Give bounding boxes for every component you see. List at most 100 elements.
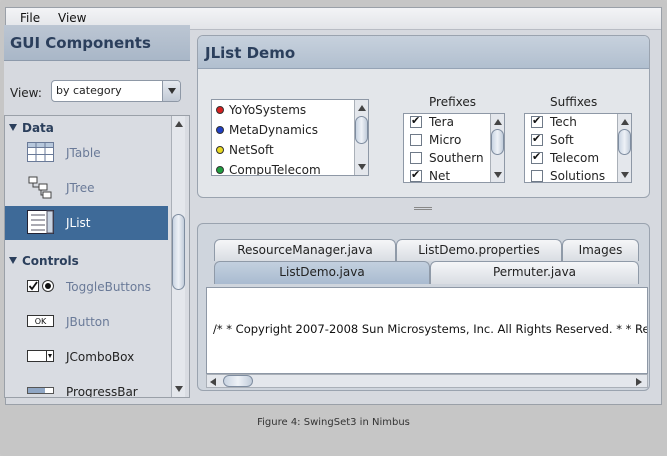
scroll-up-button[interactable] (491, 115, 504, 128)
checkbox-icon[interactable] (410, 152, 422, 164)
group-data[interactable]: Data (9, 121, 54, 135)
tab-images[interactable]: Images (562, 239, 639, 261)
scroll-up-button[interactable] (355, 101, 368, 114)
checkbox-icon[interactable] (410, 168, 422, 182)
suffix-checkbox[interactable]: Tech (531, 114, 577, 133)
checkbox-label: Telecom (550, 151, 600, 165)
checkbox-label: Micro (429, 133, 462, 147)
tree-scrollbar[interactable] (171, 116, 185, 397)
tree-item-togglebuttons[interactable]: ToggleButtons (5, 270, 168, 304)
scroll-thumb[interactable] (355, 116, 368, 144)
checkbox-icon[interactable] (531, 114, 543, 128)
checkbox-label: Solutions (550, 169, 606, 183)
component-tree: Data JTable JTree JList Controls ToggleB… (4, 115, 190, 398)
scroll-up-button[interactable] (172, 117, 185, 130)
group-controls[interactable]: Controls (9, 254, 79, 268)
checkbox-icon[interactable] (531, 132, 543, 146)
drag-grip-icon[interactable] (414, 207, 432, 210)
combobox-icon (27, 350, 54, 362)
group-controls-label: Controls (22, 254, 79, 268)
menu-view[interactable]: View (58, 11, 86, 25)
arrow-right-icon[interactable] (636, 378, 642, 386)
list-item-label: CompuTelecom (229, 163, 321, 176)
button-icon: OK (27, 315, 54, 327)
list-item-label: MetaDynamics (229, 123, 318, 137)
prefix-checkbox[interactable]: Southern (410, 151, 484, 169)
arrow-down-icon (175, 386, 183, 392)
scroll-up-button[interactable] (618, 115, 631, 128)
prefixes-title: Prefixes (429, 95, 477, 109)
tree-item-jbutton[interactable]: OK JButton (5, 305, 168, 339)
tree-item-jlist[interactable]: JList (5, 206, 168, 240)
checkbox-icon[interactable] (531, 170, 543, 182)
checkbox-icon[interactable] (531, 150, 543, 164)
list-item[interactable]: MetaDynamics (216, 123, 318, 143)
tree-item-label: ProgressBar (66, 385, 138, 398)
tree-item-label: JTree (66, 181, 95, 195)
suffix-checkbox[interactable]: Soft (531, 132, 574, 151)
arrow-up-icon (494, 119, 502, 125)
list-item[interactable]: NetSoft (216, 143, 274, 163)
suffix-checkbox[interactable]: Telecom (531, 150, 600, 169)
list-item-label: NetSoft (229, 143, 274, 157)
tab-permuter-java[interactable]: Permuter.java (430, 261, 639, 284)
scroll-thumb[interactable] (172, 214, 185, 290)
yellow-dot-icon (216, 146, 224, 154)
suffixes-list[interactable]: Tech Soft Telecom Solutions (524, 113, 632, 183)
prefix-checkbox[interactable]: Tera (410, 114, 454, 133)
code-horizontal-scrollbar[interactable] (206, 374, 648, 388)
jlist-demo-panel: JList Demo YoYoSystems MetaDynamics NetS… (197, 35, 650, 198)
scroll-down-button[interactable] (618, 168, 631, 181)
scroll-down-button[interactable] (172, 382, 185, 395)
scroll-down-button[interactable] (491, 168, 504, 181)
tree-item-jtree[interactable]: JTree (5, 171, 168, 205)
tree-item-progressbar[interactable]: ProgressBar (5, 375, 168, 398)
demo-title: JList Demo (205, 44, 296, 62)
scroll-thumb[interactable] (223, 375, 253, 387)
tree-item-jcombobox[interactable]: JComboBox (5, 340, 168, 374)
arrow-down-icon (494, 172, 502, 178)
code-line: /* * Copyright 2007-2008 Sun Microsystem… (213, 322, 648, 336)
checkbox-label: Soft (550, 133, 574, 147)
prefix-checkbox[interactable]: Net (410, 168, 451, 183)
suffix-checkbox[interactable]: Solutions (531, 169, 606, 183)
suffixes-scrollbar[interactable] (617, 114, 631, 182)
expand-triangle-icon[interactable] (9, 124, 17, 131)
scroll-thumb[interactable] (491, 129, 504, 155)
expand-triangle-icon[interactable] (9, 257, 17, 264)
code-viewer[interactable]: /* * Copyright 2007-2008 Sun Microsystem… (206, 287, 648, 374)
checkbox-label: Net (429, 169, 451, 183)
menu-file[interactable]: File (20, 11, 40, 25)
checkbox-label: Southern (429, 151, 484, 165)
group-data-label: Data (22, 121, 54, 135)
checkbox-icon[interactable] (410, 114, 422, 128)
checkbox-label: Tera (429, 115, 454, 129)
sidebar: GUI Components View: by category Data JT… (4, 25, 190, 398)
scroll-down-button[interactable] (355, 160, 368, 173)
scroll-thumb[interactable] (618, 129, 631, 155)
chevron-down-icon[interactable] (162, 81, 180, 101)
list-item-label: YoYoSystems (229, 103, 307, 117)
tab-resourcemanager[interactable]: ResourceManager.java (214, 239, 396, 261)
prefixes-list[interactable]: Tera Micro Southern Net (403, 113, 505, 183)
tab-listdemo-java[interactable]: ListDemo.java (214, 261, 430, 284)
tree-item-jtable[interactable]: JTable (5, 136, 168, 170)
tree-item-label: JComboBox (66, 350, 135, 364)
tree-item-label: JList (66, 216, 91, 230)
arrow-down-icon (621, 172, 629, 178)
split-pane-divider[interactable] (190, 205, 656, 213)
blue-dot-icon (216, 126, 224, 134)
company-list[interactable]: YoYoSystems MetaDynamics NetSoft CompuTe… (211, 99, 369, 176)
list-icon (27, 210, 54, 234)
arrow-left-icon[interactable] (210, 378, 216, 386)
list-item[interactable]: CompuTelecom (216, 163, 321, 176)
tab-listdemo-properties[interactable]: ListDemo.properties (396, 239, 562, 261)
tree-item-label: JButton (66, 315, 110, 329)
checkbox-icon[interactable] (410, 134, 422, 146)
view-combobox[interactable]: by category (51, 80, 181, 102)
tree-icon (28, 176, 52, 199)
prefix-checkbox[interactable]: Micro (410, 133, 461, 151)
prefixes-scrollbar[interactable] (490, 114, 504, 182)
list-item[interactable]: YoYoSystems (216, 103, 306, 123)
company-list-scrollbar[interactable] (354, 100, 368, 175)
